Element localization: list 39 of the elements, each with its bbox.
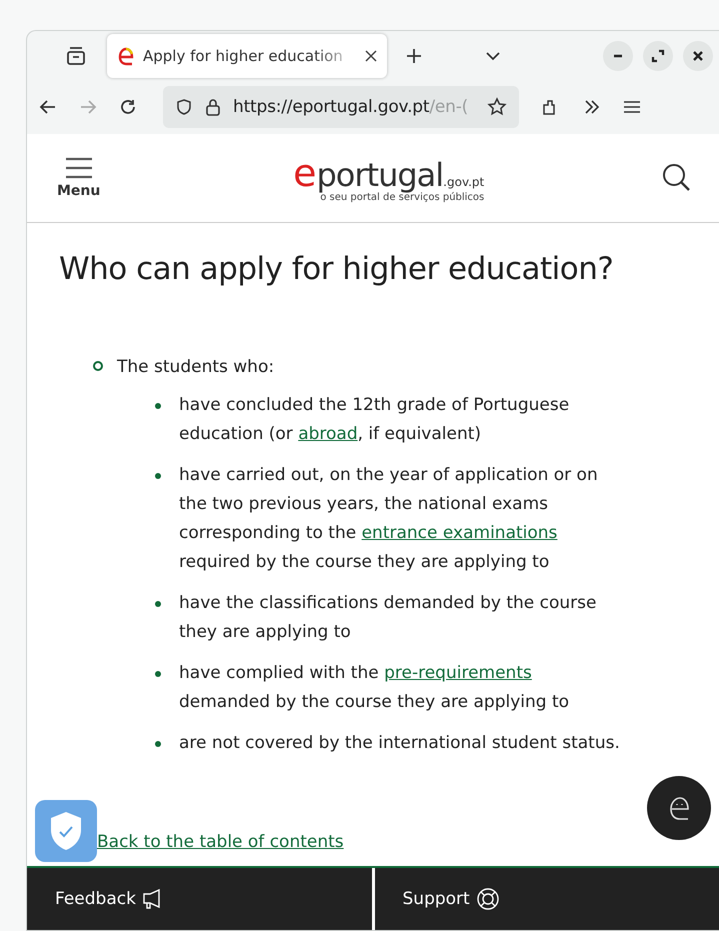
bullet-icon bbox=[155, 741, 161, 747]
site-logo[interactable]: eportugal.gov.pt o seu portal de serviços públicos bbox=[293, 154, 484, 202]
shield-icon[interactable] bbox=[175, 98, 193, 116]
list-item-text: have complied with the pre-requirements demanded by the course they are applying to bbox=[179, 662, 570, 714]
text-link[interactable]: pre-requirements bbox=[384, 663, 532, 683]
menu-icon[interactable] bbox=[623, 100, 641, 114]
text-link[interactable]: entrance examinations bbox=[362, 523, 558, 543]
list-item-text: are not covered by the international student status. bbox=[179, 732, 620, 755]
close-tab-icon[interactable] bbox=[365, 50, 377, 62]
address-bar[interactable]: https://eportugal.gov.pt/en-( bbox=[163, 86, 519, 128]
list-item-text: have concluded the 12th grade of Portuguese education (or abroad, if equivalent) bbox=[179, 394, 570, 446]
bullet-icon bbox=[155, 403, 161, 409]
lock-icon[interactable] bbox=[205, 98, 221, 116]
back-icon[interactable] bbox=[39, 99, 57, 116]
maximize-icon[interactable] bbox=[643, 40, 673, 71]
menu-button[interactable]: Menu bbox=[57, 157, 100, 199]
tab-overview-icon[interactable] bbox=[65, 46, 87, 66]
lifebuoy-icon bbox=[476, 887, 500, 911]
bullet-icon bbox=[155, 671, 161, 677]
minimize-icon[interactable] bbox=[603, 40, 633, 71]
double-chevron-icon[interactable] bbox=[583, 99, 601, 116]
text-link[interactable]: abroad bbox=[298, 424, 358, 444]
menu-icon bbox=[64, 157, 94, 179]
list-item-text: have the classifications demanded by the course they are applying to bbox=[179, 592, 598, 644]
reload-icon[interactable] bbox=[119, 98, 137, 116]
bullet-icon bbox=[155, 473, 161, 479]
chevron-down-icon[interactable] bbox=[485, 50, 501, 61]
bullet-icon bbox=[93, 361, 103, 371]
browser-tab[interactable]: Apply for higher education bbox=[107, 34, 387, 78]
list-label: The students who: bbox=[117, 356, 276, 379]
privacy-shield-button[interactable] bbox=[35, 800, 97, 862]
bullet-icon bbox=[155, 601, 161, 607]
list-item-text: have carried out, on the year of application or on the two previous years, the national exams corresponding to the entrance examinations required by the course they are applying to bbox=[179, 464, 599, 574]
close-icon[interactable] bbox=[683, 40, 713, 71]
new-tab-icon[interactable] bbox=[405, 46, 423, 65]
star-icon[interactable] bbox=[487, 97, 507, 118]
site-logo-icon bbox=[117, 46, 135, 66]
page-title: Who can apply for higher education? bbox=[59, 251, 614, 287]
back-to-contents-link[interactable]: Back to the table of contents bbox=[97, 832, 344, 852]
